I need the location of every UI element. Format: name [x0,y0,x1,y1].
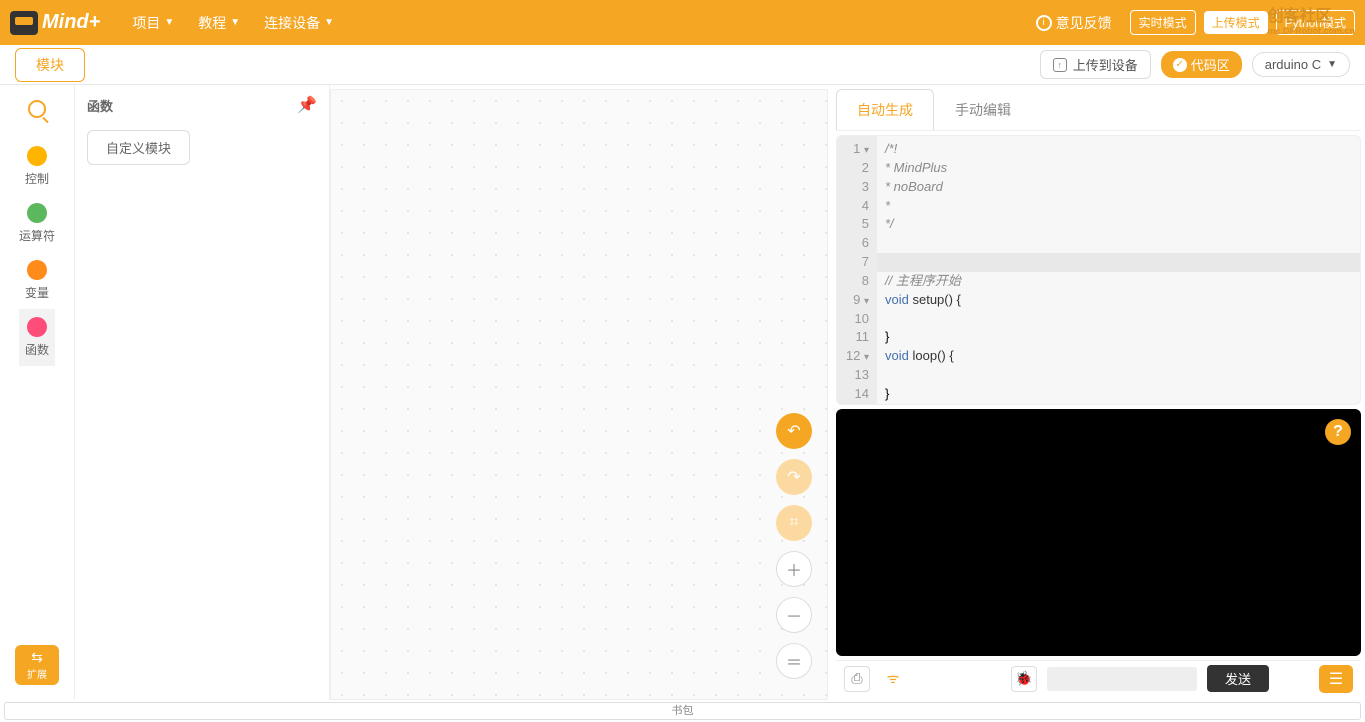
category-dot-icon [27,260,47,280]
app-logo: Mind+ [10,11,100,35]
logo-icon [10,11,38,35]
menu-tutorial[interactable]: 教程 ▼ [186,13,252,33]
serial-input[interactable] [1047,667,1197,691]
usb-icon[interactable]: ⎙ [844,666,870,692]
block-palette: 函数 📌 自定义模块 [75,85,330,700]
bug-icon[interactable]: 🐞 [1011,666,1037,692]
chevron-down-icon: ▼ [324,17,334,28]
canvas-controls: ↶ ↷ ⌗ ＋ － ＝ [776,413,812,679]
pin-icon[interactable]: 📌 [297,95,317,115]
chevron-down-icon: ▼ [230,17,240,28]
undo-button[interactable]: ↶ [776,413,812,449]
code-editor[interactable]: 1 ▾23456789 ▾101112 ▾131415 /*! * MindPl… [836,135,1361,405]
code-panel: 自动生成 手动编辑 1 ▾23456789 ▾101112 ▾131415 /*… [832,85,1365,700]
chevron-down-icon: ▼ [164,17,174,28]
toolbar: 模块 ↑ 上传到设备 ✓ 代码区 arduino C ▼ [0,45,1365,85]
code-content: /*! * MindPlus * noBoard * */ // 主程序开始vo… [877,136,1360,404]
zoom-reset-button[interactable]: ＝ [776,643,812,679]
backpack-bar[interactable]: 书包 [4,702,1361,720]
serial-toolbar: ⎙ ᯤ 🐞 发送 ☰ [836,660,1361,696]
feedback-link[interactable]: i 意见反馈 [1026,13,1122,33]
tab-auto-generate[interactable]: 自动生成 [836,89,934,130]
plus-icon: ⇆ [31,649,43,666]
palette-title: 函数 [87,96,113,115]
category-函数[interactable]: 函数 [19,309,55,366]
app-header: Mind+ 项目 ▼ 教程 ▼ 连接设备 ▼ i 意见反馈 实时模式 上传模式 … [0,0,1365,45]
category-变量[interactable]: 变量 [19,252,55,309]
category-运算符[interactable]: 运算符 [19,195,55,252]
main-area: 控制运算符变量函数 ⇆ 扩展 函数 📌 自定义模块 ↶ ↷ ⌗ ＋ － ＝ 自动… [0,85,1365,700]
block-canvas[interactable]: ↶ ↷ ⌗ ＋ － ＝ [330,89,828,700]
module-tab-button[interactable]: 模块 [15,48,85,82]
code-tabs: 自动生成 手动编辑 [836,89,1361,131]
zoom-out-button[interactable]: － [776,597,812,633]
extension-button[interactable]: ⇆ 扩展 [15,645,59,685]
send-button[interactable]: 发送 [1207,665,1269,692]
community-watermark: 创客社区 mc.DFRobot.com.cn [1267,2,1355,36]
logo-text: Mind+ [42,11,100,34]
category-dot-icon [27,317,47,337]
redo-button[interactable]: ↷ [776,459,812,495]
chevron-down-icon: ▼ [1327,59,1337,70]
search-icon[interactable] [28,100,46,118]
tab-manual-edit[interactable]: 手动编辑 [934,89,1032,130]
menu-project[interactable]: 项目 ▼ [120,13,186,33]
serial-terminal[interactable]: ? [836,409,1361,656]
help-button[interactable]: ? [1325,419,1351,445]
info-icon: i [1036,15,1052,31]
check-icon: ✓ [1173,58,1187,72]
upload-icon: ↑ [1053,58,1067,72]
code-area-toggle[interactable]: ✓ 代码区 [1161,51,1242,78]
menu-connect-device[interactable]: 连接设备 ▼ [252,13,346,33]
category-控制[interactable]: 控制 [19,138,55,195]
mode-realtime-button[interactable]: 实时模式 [1130,10,1196,35]
language-select[interactable]: arduino C ▼ [1252,52,1350,77]
zoom-in-button[interactable]: ＋ [776,551,812,587]
category-dot-icon [27,146,47,166]
menu-icon[interactable]: ☰ [1319,665,1353,693]
line-gutter: 1 ▾23456789 ▾101112 ▾131415 [837,136,877,404]
crop-button[interactable]: ⌗ [776,505,812,541]
upload-to-device-button[interactable]: ↑ 上传到设备 [1040,50,1151,79]
category-sidebar: 控制运算符变量函数 ⇆ 扩展 [0,85,75,700]
custom-block-button[interactable]: 自定义模块 [87,130,190,165]
mode-upload-button[interactable]: 上传模式 [1204,11,1268,34]
wireless-icon[interactable]: ᯤ [880,666,906,692]
category-dot-icon [27,203,47,223]
